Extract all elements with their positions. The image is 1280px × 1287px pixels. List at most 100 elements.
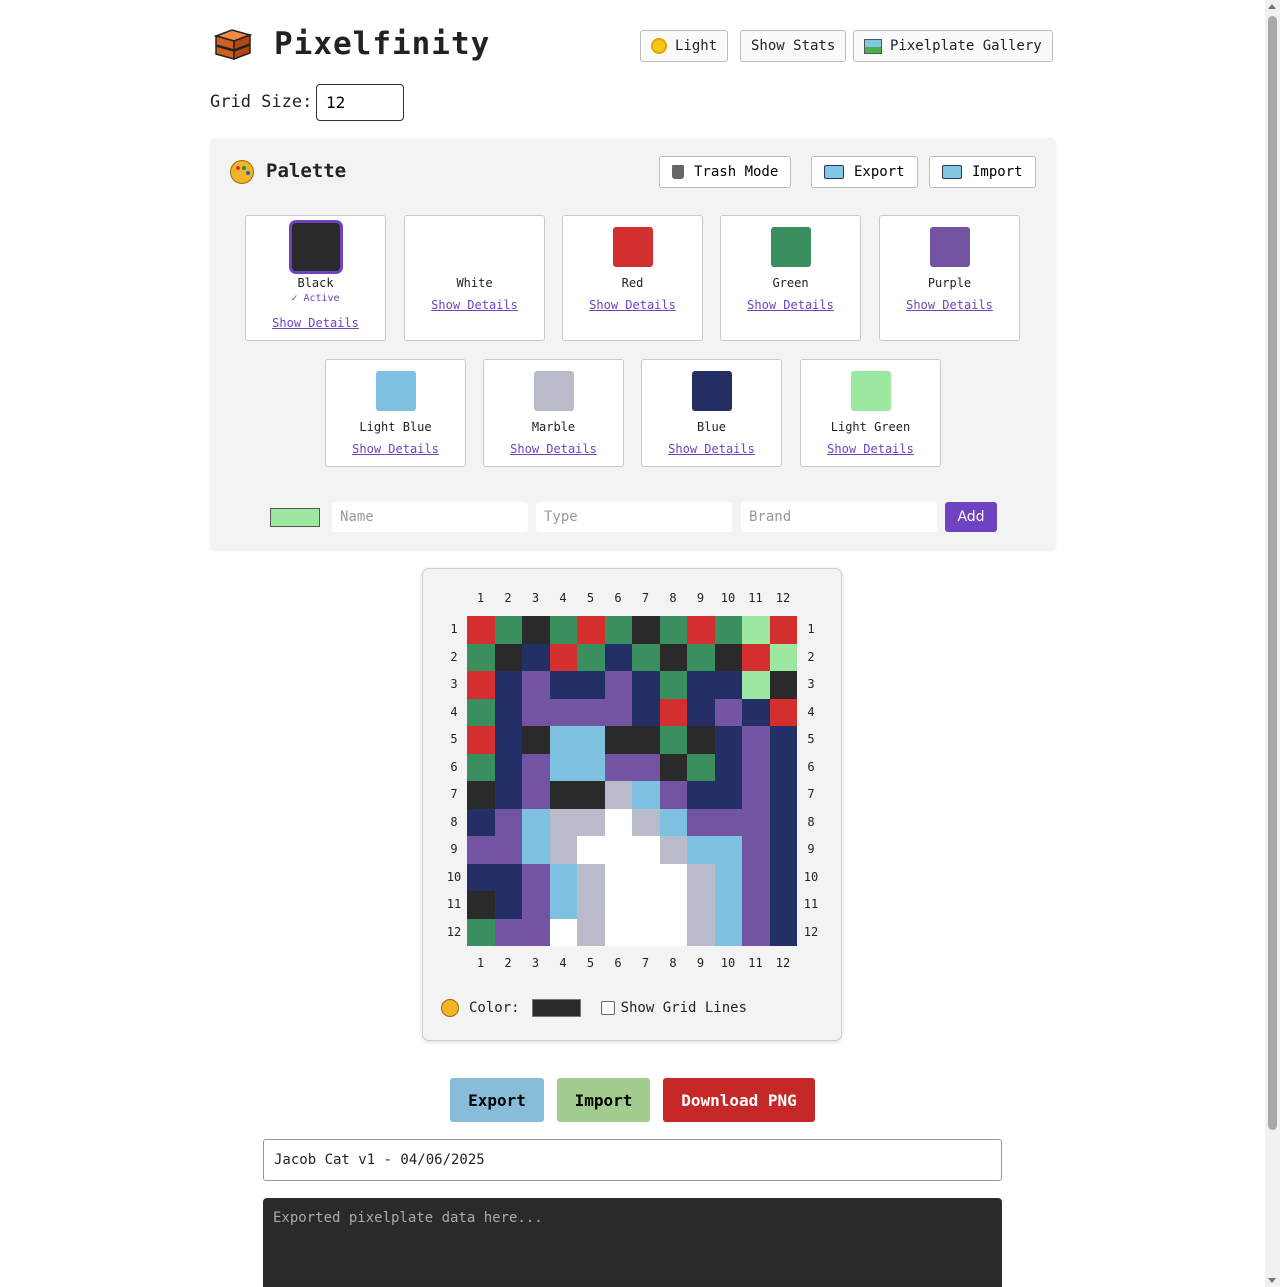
pixel-cell[interactable] [659,836,687,864]
pixel-cell[interactable] [494,891,522,919]
pixel-cell[interactable] [604,918,632,946]
pixel-cell[interactable] [494,698,522,726]
pixel-cell[interactable] [714,863,742,891]
pixel-cell[interactable] [522,918,550,946]
pixel-cell[interactable] [714,671,742,699]
new-color-brand-input[interactable] [741,502,937,532]
pixel-cell[interactable] [632,781,660,809]
pixel-cell[interactable] [577,781,605,809]
theme-toggle-button[interactable]: Light [640,30,729,62]
pixel-cell[interactable] [577,918,605,946]
pixel-cell[interactable] [687,836,715,864]
pixel-cell[interactable] [687,891,715,919]
color-swatch[interactable] [533,371,574,411]
pixel-grid[interactable] [467,616,797,946]
show-details-link[interactable]: Show Details [405,298,544,312]
pixel-cell[interactable] [549,781,577,809]
palette-color-card[interactable]: Blue Show Details [641,359,782,467]
download-png-button[interactable]: Download PNG [663,1078,815,1122]
pixel-cell[interactable] [577,616,605,644]
pixel-cell[interactable] [522,891,550,919]
pixel-cell[interactable] [604,616,632,644]
pixel-cell[interactable] [522,753,550,781]
new-color-swatch[interactable] [270,508,320,527]
pixel-cell[interactable] [659,918,687,946]
pixel-cell[interactable] [769,671,797,699]
pixel-cell[interactable] [632,863,660,891]
palette-color-card[interactable]: Purple Show Details [879,215,1020,341]
palette-color-card[interactable]: White Show Details [404,215,545,341]
pixel-cell[interactable] [549,808,577,836]
pixel-cell[interactable] [494,863,522,891]
pixel-cell[interactable] [769,698,797,726]
scroll-down-arrow-icon[interactable] [1268,1278,1276,1283]
pixel-cell[interactable] [714,808,742,836]
pixel-cell[interactable] [659,808,687,836]
pixel-cell[interactable] [632,643,660,671]
pixel-cell[interactable] [467,863,495,891]
pixelplate-name-input[interactable] [263,1139,1002,1181]
pixel-cell[interactable] [742,643,770,671]
pixel-cell[interactable] [632,698,660,726]
pixel-cell[interactable] [687,781,715,809]
pixel-cell[interactable] [467,753,495,781]
pixel-cell[interactable] [577,726,605,754]
pixel-cell[interactable] [769,753,797,781]
add-color-button[interactable]: Add [945,502,997,532]
pixel-cell[interactable] [522,808,550,836]
pixel-cell[interactable] [659,643,687,671]
pixel-cell[interactable] [687,643,715,671]
pixel-cell[interactable] [577,753,605,781]
color-swatch[interactable] [850,371,891,411]
pixel-cell[interactable] [714,918,742,946]
pixel-cell[interactable] [467,643,495,671]
pixel-cell[interactable] [467,726,495,754]
pixel-cell[interactable] [577,836,605,864]
pixel-cell[interactable] [659,671,687,699]
pixel-cell[interactable] [494,781,522,809]
pixel-cell[interactable] [549,643,577,671]
new-color-name-input[interactable] [332,502,528,532]
color-swatch[interactable] [375,371,416,411]
palette-color-card[interactable]: Light Green Show Details [800,359,941,467]
pixel-cell[interactable] [659,863,687,891]
pixel-cell[interactable] [687,726,715,754]
show-details-link[interactable]: Show Details [880,298,1019,312]
pixel-cell[interactable] [742,808,770,836]
grid-lines-checkbox[interactable] [600,1001,615,1015]
pixel-cell[interactable] [604,698,632,726]
color-swatch[interactable] [929,227,970,267]
pixel-cell[interactable] [494,671,522,699]
pixel-cell[interactable] [742,726,770,754]
pixel-cell[interactable] [522,698,550,726]
pixel-cell[interactable] [687,698,715,726]
pixel-cell[interactable] [577,891,605,919]
pixel-cell[interactable] [659,753,687,781]
pixel-cell[interactable] [632,891,660,919]
pixel-cell[interactable] [494,726,522,754]
palette-import-button[interactable]: Import [929,156,1036,188]
pixel-cell[interactable] [467,918,495,946]
pixel-cell[interactable] [659,616,687,644]
pixel-cell[interactable] [604,643,632,671]
pixel-cell[interactable] [604,671,632,699]
pixel-cell[interactable] [494,808,522,836]
pixel-cell[interactable] [659,781,687,809]
pixel-cell[interactable] [659,726,687,754]
pixel-cell[interactable] [742,698,770,726]
pixel-cell[interactable] [714,698,742,726]
grid-size-input[interactable] [316,84,404,121]
pixel-cell[interactable] [467,698,495,726]
pixel-cell[interactable] [604,863,632,891]
current-color-swatch[interactable] [531,999,581,1017]
pixel-cell[interactable] [687,863,715,891]
pixel-cell[interactable] [742,863,770,891]
scroll-up-arrow-icon[interactable] [1268,4,1276,9]
pixel-cell[interactable] [522,616,550,644]
pixel-cell[interactable] [714,643,742,671]
pixel-cell[interactable] [632,808,660,836]
pixel-cell[interactable] [659,698,687,726]
pixel-cell[interactable] [577,671,605,699]
pixel-cell[interactable] [769,726,797,754]
pixel-cell[interactable] [549,671,577,699]
